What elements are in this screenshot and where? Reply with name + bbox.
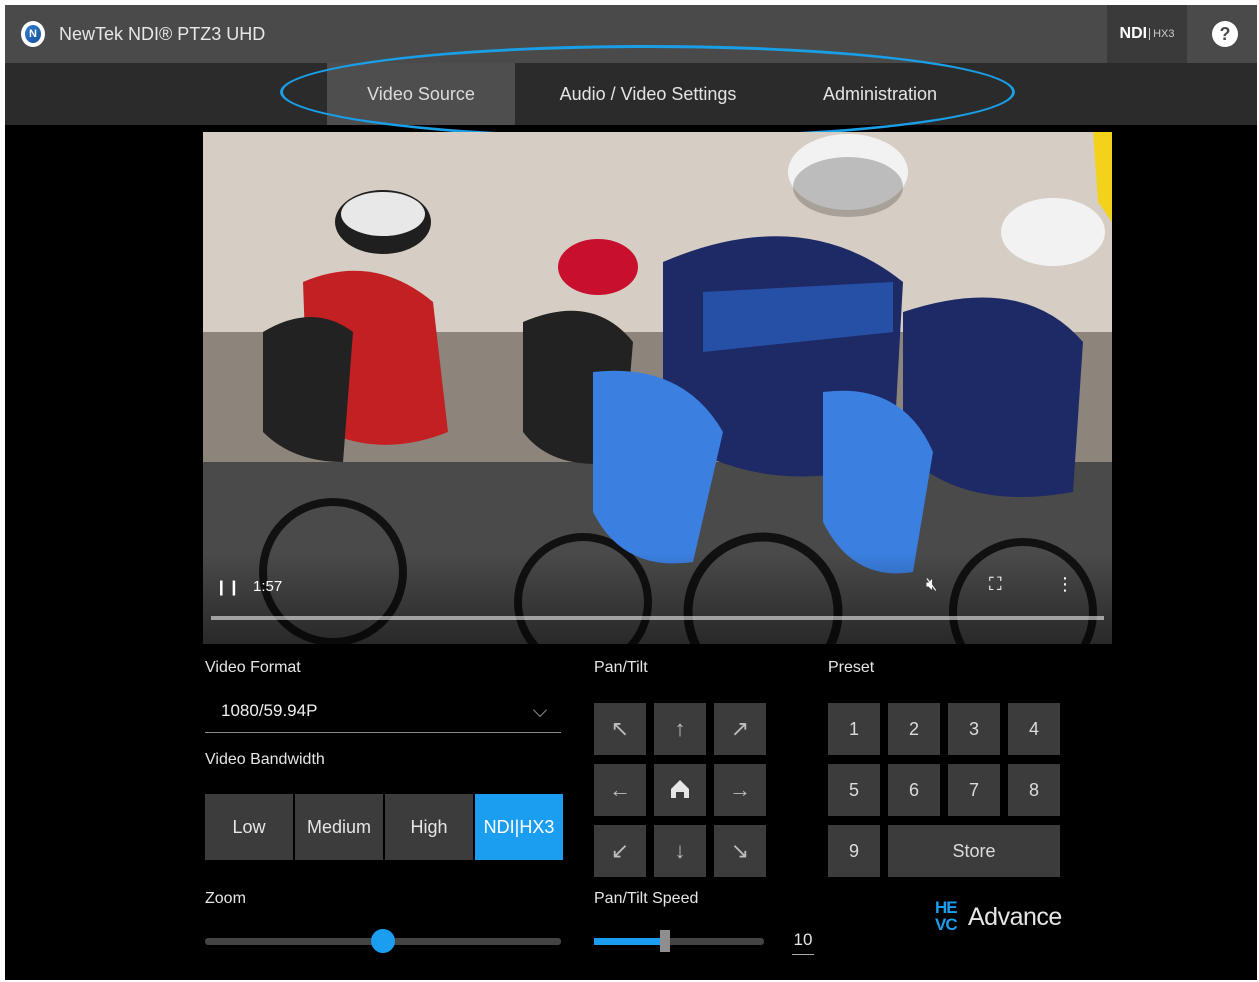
zoom-slider-thumb[interactable]	[371, 929, 395, 953]
preset-7-button[interactable]: 7	[948, 764, 1000, 816]
pan-tilt-up-right-button[interactable]: ↗	[714, 703, 766, 755]
fullscreen-icon[interactable]: ⛶	[989, 574, 1002, 595]
more-options-icon[interactable]: ⋮	[1056, 574, 1074, 595]
mute-icon[interactable]: 🔇︎	[926, 574, 937, 595]
hevc-advance-text: Advance	[968, 903, 1062, 931]
app-window: N NewTek NDI® PTZ3 UHD NDI HX3 ? Video So…	[5, 5, 1257, 980]
tab-administration[interactable]: Administration	[800, 63, 960, 125]
preset-label: Preset	[828, 659, 875, 676]
store-preset-button[interactable]: Store	[888, 825, 1060, 877]
pan-tilt-down-right-button[interactable]: ↘	[714, 825, 766, 877]
preset-2-button[interactable]: 2	[888, 703, 940, 755]
pan-tilt-up-button[interactable]: ↑	[654, 703, 706, 755]
pan-tilt-down-button[interactable]: ↓	[654, 825, 706, 877]
preset-8-button[interactable]: 8	[1008, 764, 1060, 816]
video-format-select[interactable]: 1080/59.94P	[205, 695, 561, 733]
pan-tilt-speed-slider-fill	[594, 938, 666, 945]
bandwidth-low-button[interactable]: Low	[205, 794, 293, 860]
ndi-badge-suffix: HX3	[1149, 28, 1174, 40]
tab-bar: Video Source Audio / Video Settings Admi…	[5, 63, 1257, 125]
video-bandwidth-label: Video Bandwidth	[205, 751, 325, 768]
preset-6-button[interactable]: 6	[888, 764, 940, 816]
preset-4-button[interactable]: 4	[1008, 703, 1060, 755]
newtek-logo-icon: N	[21, 21, 45, 47]
bandwidth-high-button[interactable]: High	[385, 794, 473, 860]
pan-tilt-speed-label: Pan/Tilt Speed	[594, 890, 699, 907]
playback-time: 1:57	[253, 578, 283, 595]
title-bar: N NewTek NDI® PTZ3 UHD NDI HX3 ?	[5, 5, 1257, 63]
play-pause-icon[interactable]: ❙❙	[215, 578, 240, 596]
preset-1-button[interactable]: 1	[828, 703, 880, 755]
pan-tilt-down-left-button[interactable]: ↙	[594, 825, 646, 877]
pan-tilt-home-button[interactable]	[654, 764, 706, 816]
chevron-down-icon	[532, 702, 548, 718]
zoom-label: Zoom	[205, 890, 246, 907]
pan-tilt-label: Pan/Tilt	[594, 659, 648, 676]
tab-audio-video-settings[interactable]: Audio / Video Settings	[535, 63, 761, 125]
preset-3-button[interactable]: 3	[948, 703, 1000, 755]
pan-tilt-speed-slider-thumb[interactable]	[660, 930, 671, 952]
preset-9-button[interactable]: 9	[828, 825, 880, 877]
ndi-hx3-badge: NDI HX3	[1107, 5, 1187, 63]
playback-progress-bar[interactable]	[211, 616, 1104, 620]
help-icon[interactable]: ?	[1212, 21, 1238, 47]
home-icon	[671, 780, 689, 798]
app-title: NewTek NDI® PTZ3 UHD	[59, 24, 266, 44]
preset-5-button[interactable]: 5	[828, 764, 880, 816]
bandwidth-medium-button[interactable]: Medium	[295, 794, 383, 860]
video-controls: ❙❙ 1:57 🔇︎ ⛶ ⋮	[203, 552, 1112, 644]
hevc-mark-icon: HE VC	[935, 898, 958, 934]
video-format-label: Video Format	[205, 659, 301, 676]
ndi-badge-text: NDI	[1119, 25, 1148, 42]
video-format-value: 1080/59.94P	[221, 701, 318, 720]
pan-tilt-right-button[interactable]: →	[714, 764, 766, 816]
hevc-advance-logo: HE VC Advance	[935, 895, 1075, 939]
bandwidth-ndi-hx3-button[interactable]: NDI|HX3	[475, 794, 563, 860]
pan-tilt-speed-value: 10	[792, 930, 814, 955]
pan-tilt-up-left-button[interactable]: ↖	[594, 703, 646, 755]
pan-tilt-left-button[interactable]: ←	[594, 764, 646, 816]
tab-video-source[interactable]: Video Source	[327, 63, 515, 125]
video-preview[interactable]: ❙❙ 1:57 🔇︎ ⛶ ⋮	[203, 132, 1112, 644]
